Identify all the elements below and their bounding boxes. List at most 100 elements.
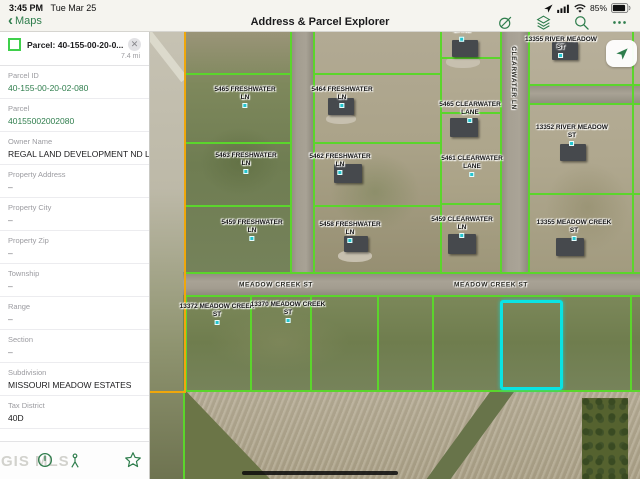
location-services-icon [544,4,553,13]
battery-percent: 85% [590,3,607,13]
parcel-address-label: 5464 FRESHWATER LN [311,86,372,108]
parcel-address-label: 5465 CLEARWATER LANE [439,101,501,123]
field-value: 40D [8,413,141,424]
field-value: REGAL LAND DEVELOPMENT ND LLC [8,149,141,160]
parcel-boundary-line [184,272,640,274]
field-label: Parcel ID [8,71,141,80]
building [560,144,586,161]
antenna-icon[interactable] [64,450,86,472]
more-icon[interactable] [611,14,628,31]
field-value: – [8,347,141,358]
battery-icon [611,3,631,13]
address-point-marker [460,233,465,238]
parcel-boundary-line [528,193,640,195]
parcel-address-label: 13372 MEADOW CREEK ST [180,303,255,325]
address-point-marker [470,172,475,177]
address-point-marker [459,36,464,41]
parcel-detail-panel: Parcel: 40-155-00-20-0... ✕ 7.4 mi Parce… [0,32,150,479]
parcel-address-label: 5465 FRESHWATER LN [214,86,275,108]
parcel-address-label: 13355 RIVER MEADOW ST [525,36,597,58]
terrain-trees [582,398,628,479]
parcel-field: Property City – [0,198,149,231]
parcel-address-label: 5461 CLEARWATER LANE [441,155,503,177]
parcel-address-label: 5463 FRESHWATER LN [215,152,276,174]
parcel-field: Subdivision MISSOURI MEADOW ESTATES [0,363,149,396]
parcel-boundary-line [528,32,530,272]
parcel-address-label: 5462 FRESHWATER LN [309,153,370,175]
address-point-marker [468,118,473,123]
search-icon[interactable] [573,14,590,31]
sidebar-toolbar: GIS MLS [0,441,149,479]
parcel-distance: 7.4 mi [8,51,141,63]
app-screen: 3:45 PM Tue Mar 25 85% ‹ Maps [0,0,640,479]
street-name-label: MEADOW CREEK ST [454,281,528,289]
parcel-boundary-line [313,142,440,144]
parcel-header: Parcel: 40-155-00-20-0... ✕ 7.4 mi [0,32,149,66]
building [452,40,478,57]
parcel-address-label: 5459 CLEARWATER LN [431,216,493,238]
address-point-marker [337,170,342,175]
parcel-boundary-line [184,73,290,75]
field-value: – [8,314,141,325]
layers-icon[interactable] [535,14,552,31]
parcel-field: Section – [0,330,149,363]
favorites-star-icon[interactable] [122,450,144,472]
parcel-boundary-line [313,73,440,75]
street-name-label: CLEARWATER LN [509,46,517,110]
parcel-address-label: 13370 MEADOW CREEK ST [251,301,326,323]
nav-bar: ‹ Maps Address & Parcel Explorer [0,13,640,32]
parcel-boundary-line [440,57,500,59]
address-point-marker [347,238,352,243]
address-point-marker [286,318,291,323]
field-value: 40-155-00-20-02-080 [8,83,141,94]
address-point-marker [242,103,247,108]
field-label: Property City [8,203,141,212]
parcel-boundary-line [377,295,379,390]
field-value: – [8,215,141,226]
status-bar: 3:45 PM Tue Mar 25 85% [0,0,640,14]
parcel-boundary-line [432,295,434,390]
address-point-marker [339,103,344,108]
home-indicator[interactable] [242,471,398,475]
map-canvas[interactable]: LANE 13355 RIVER MEADOW ST 5465 FRESHWAT… [150,32,640,479]
field-value: – [8,248,141,259]
field-label: Property Address [8,170,141,179]
parcel-boundary-line [632,32,634,272]
parcel-address-label: 13352 RIVER MEADOW ST [536,124,608,146]
boundary-line-orange [150,391,185,393]
parcel-boundary-line [500,32,502,272]
address-point-marker [569,141,574,146]
cellular-signal-icon [557,4,570,13]
sketch-icon[interactable] [497,14,514,31]
parcel-address-label: 5459 FRESHWATER LN [221,219,282,241]
parcel-boundary-line [184,295,640,297]
parcel-field: Property Zip – [0,231,149,264]
street-name-label: MEADOW CREEK ST [239,281,313,289]
parcel-address-label: LANE [453,32,471,41]
address-point-marker [558,53,563,58]
parcel-field: Owner Name REGAL LAND DEVELOPMENT ND LLC [0,132,149,165]
parcel-field: Range – [0,297,149,330]
parcel-boundary-line [528,84,640,86]
locate-me-button[interactable] [606,40,637,67]
parcel-field: Property Address – [0,165,149,198]
field-label: Owner Name [8,137,141,146]
field-value: – [8,182,141,193]
field-label: Range [8,302,141,311]
parcel-field: Parcel ID 40-155-00-20-02-080 [0,66,149,99]
address-point-marker [243,169,248,174]
status-time: 3:45 PM [9,3,43,13]
parcel-field: Tax District 40D [0,396,149,429]
parcel-boundary-line [184,205,290,207]
parcel-color-swatch [8,38,21,51]
selected-parcel-highlight[interactable] [500,300,563,390]
field-label: Township [8,269,141,278]
parcel-address-label: 13355 MEADOW CREEK ST [537,219,612,241]
status-time-date: 3:45 PM Tue Mar 25 [9,3,96,13]
field-label: Subdivision [8,368,141,377]
parcel-boundary-line [183,390,640,392]
field-value: MISSOURI MEADOW ESTATES [8,380,141,391]
parcel-fields: Parcel ID 40-155-00-20-02-080 Parcel 401… [0,66,149,441]
identify-icon[interactable] [34,450,56,472]
close-icon[interactable]: ✕ [128,38,141,51]
